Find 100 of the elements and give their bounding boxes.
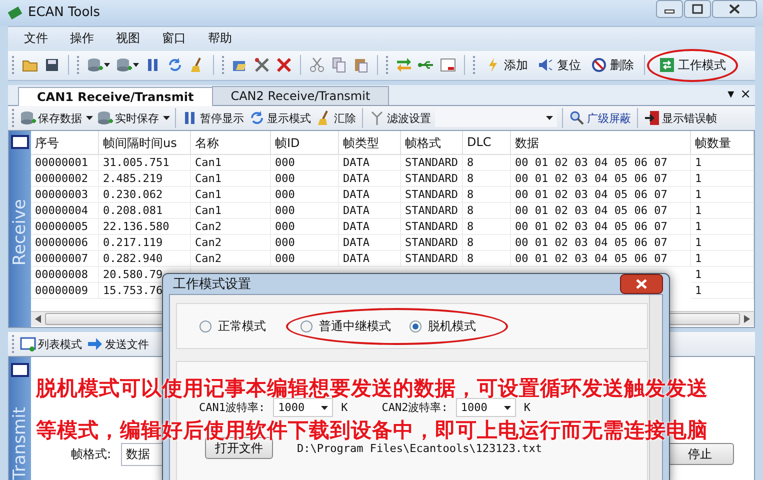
table-cell: DATA bbox=[339, 154, 401, 171]
copy-icon[interactable] bbox=[331, 57, 347, 74]
scroll-left-icon[interactable] bbox=[35, 314, 41, 323]
toolbar-button[interactable]: 广级屏蔽 bbox=[568, 109, 632, 128]
column-header[interactable]: 帧ID bbox=[271, 130, 339, 155]
table-cell: 0.282.940 bbox=[99, 250, 191, 267]
table-cell: Can1 bbox=[191, 170, 271, 187]
column-header[interactable]: 帧数量 bbox=[691, 130, 754, 155]
toolbar-button[interactable]: 发送文件 bbox=[86, 335, 150, 354]
table-cell: Can1 bbox=[191, 154, 271, 171]
toolbar-button[interactable]: 暂停显示 bbox=[181, 109, 245, 128]
toolbar-button[interactable]: 显示错误帧 bbox=[643, 109, 718, 128]
caret-icon[interactable] bbox=[104, 63, 110, 68]
table-cell: DATA bbox=[339, 186, 401, 203]
database-icon[interactable] bbox=[116, 57, 132, 74]
table-cell: DATA bbox=[339, 250, 401, 267]
toolbar-button[interactable]: 实时保存 bbox=[96, 109, 160, 128]
window-icon[interactable] bbox=[440, 57, 456, 74]
window-icon[interactable] bbox=[11, 134, 29, 149]
database-icon[interactable] bbox=[87, 57, 103, 74]
scroll-right-icon[interactable] bbox=[744, 314, 750, 323]
table-cell: 00 01 02 03 04 05 06 07 bbox=[511, 234, 691, 251]
table-cell: Can1 bbox=[191, 202, 271, 219]
close-button[interactable]: × bbox=[740, 88, 751, 102]
table-cell: DATA bbox=[339, 170, 401, 187]
database-icon bbox=[20, 110, 36, 126]
tab[interactable]: CAN1 Receive/Transmit bbox=[18, 87, 213, 106]
file-path: D:\Program Files\Ecantools\123123.txt bbox=[297, 442, 542, 454]
toolbar-button[interactable]: 保存数据 bbox=[19, 109, 83, 128]
toolbar-button[interactable]: 删除 bbox=[589, 56, 636, 75]
mode-switch-icon bbox=[659, 57, 675, 74]
refresh-icon bbox=[249, 110, 265, 126]
column-header[interactable]: 数据 bbox=[511, 130, 691, 155]
tools-icon[interactable] bbox=[254, 57, 270, 74]
table-cell: 8 bbox=[463, 218, 511, 235]
toolbar-button[interactable]: 滤波设置 bbox=[368, 109, 432, 128]
window-icon[interactable] bbox=[11, 363, 29, 378]
toolbar-button[interactable]: 复位 bbox=[536, 56, 583, 75]
table-cell: 00000006 bbox=[31, 234, 99, 251]
toolbar-button[interactable]: 列表模式 bbox=[19, 335, 83, 354]
menu-item[interactable]: 操作 bbox=[60, 28, 104, 50]
caret-icon[interactable] bbox=[86, 116, 93, 120]
table-cell: Can2 bbox=[191, 218, 271, 235]
table-cell: 00000001 bbox=[31, 154, 99, 171]
toolbar-button[interactable]: 工作模式 bbox=[657, 56, 728, 75]
minimize-button[interactable] bbox=[656, 0, 683, 18]
column-header[interactable]: 序号 bbox=[31, 130, 99, 155]
magnifier-icon bbox=[569, 110, 585, 126]
table-cell: 000 bbox=[271, 218, 339, 235]
table-cell: 00000009 bbox=[31, 282, 99, 299]
column-header[interactable]: 帧格式 bbox=[401, 130, 463, 155]
table-cell: 1 bbox=[691, 186, 754, 203]
save-icon[interactable] bbox=[44, 57, 60, 74]
app-icon bbox=[8, 6, 22, 20]
table-cell: Can2 bbox=[191, 250, 271, 267]
antenna-icon bbox=[369, 110, 385, 126]
table-cell: 8 bbox=[463, 186, 511, 203]
column-header[interactable]: 名称 bbox=[191, 130, 271, 155]
table-cell: STANDARD bbox=[401, 218, 463, 235]
close-button[interactable] bbox=[620, 274, 663, 294]
swap-arrows-icon[interactable] bbox=[396, 57, 412, 74]
table-cell: 00 01 02 03 04 05 06 07 bbox=[511, 218, 691, 235]
column-header[interactable]: 帧间隔时间us bbox=[99, 130, 191, 155]
paste-icon[interactable] bbox=[353, 57, 369, 74]
table-cell: 0.217.119 bbox=[99, 234, 191, 251]
dropdown-field[interactable]: 1000 bbox=[456, 398, 516, 417]
menu-item[interactable]: 文件 bbox=[14, 28, 58, 50]
table-cell: 8 bbox=[463, 234, 511, 251]
table-cell: 31.005.751 bbox=[99, 154, 191, 171]
menu-item[interactable]: 窗口 bbox=[152, 28, 196, 50]
caret-icon[interactable] bbox=[133, 63, 139, 68]
menu-item[interactable]: 帮助 bbox=[198, 28, 242, 50]
radio-option[interactable]: 脱机模式 bbox=[409, 318, 476, 334]
table-cell: 00000005 bbox=[31, 218, 99, 235]
field-label: CAN2波特率: bbox=[382, 400, 448, 415]
dropdown-field[interactable]: 1000 bbox=[273, 398, 334, 417]
close-button[interactable] bbox=[712, 0, 757, 18]
maximize-button[interactable] bbox=[684, 0, 711, 18]
column-header[interactable]: 帧类型 bbox=[339, 130, 401, 155]
refresh-icon[interactable] bbox=[167, 57, 183, 74]
table-cell: 00 01 02 03 04 05 06 07 bbox=[511, 250, 691, 267]
toolbar-button[interactable]: 添加 bbox=[483, 56, 530, 75]
scissors-icon[interactable] bbox=[309, 57, 325, 74]
table-cell: 00000007 bbox=[31, 250, 99, 267]
menu-item[interactable]: 视图 bbox=[106, 28, 150, 50]
radio-option[interactable]: 正常模式 bbox=[199, 318, 266, 334]
radio-option[interactable]: 普通中继模式 bbox=[300, 318, 391, 334]
toolbar-button[interactable]: 汇除 bbox=[315, 109, 357, 128]
table-cell: 8 bbox=[463, 170, 511, 187]
dropdown-arrow[interactable]: ▾ bbox=[728, 88, 734, 102]
table-cell: 000 bbox=[271, 170, 339, 187]
table-cell: 000 bbox=[271, 154, 339, 171]
table-cell: 22.136.580 bbox=[99, 218, 191, 235]
toolbar-button[interactable]: 显示模式 bbox=[248, 109, 312, 128]
delete-icon[interactable] bbox=[276, 57, 292, 74]
column-header[interactable]: DLC bbox=[463, 130, 511, 155]
table-cell: STANDARD bbox=[401, 154, 463, 171]
tab[interactable]: CAN2 Receive/Transmit bbox=[212, 86, 390, 106]
table-cell: 000 bbox=[271, 202, 339, 219]
caret-icon[interactable] bbox=[163, 116, 170, 120]
